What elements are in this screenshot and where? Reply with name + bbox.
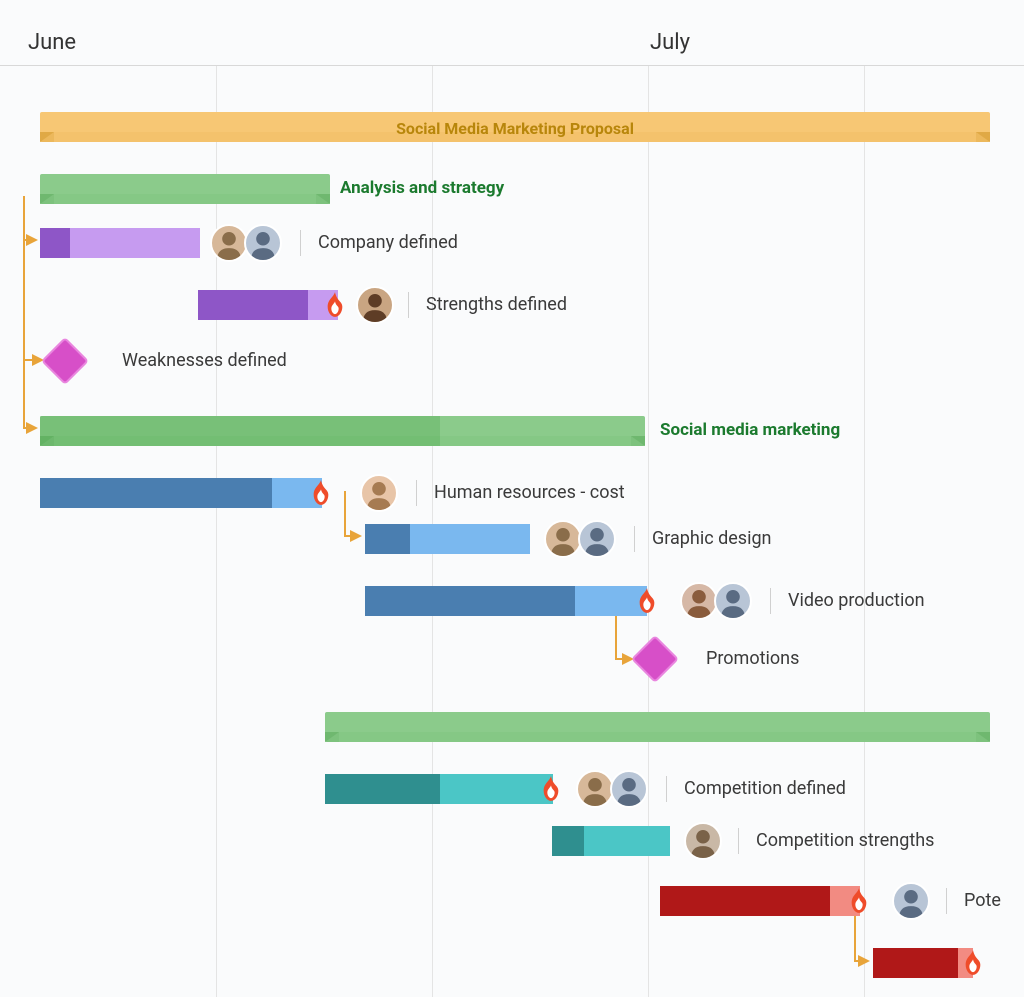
task-bar-compstr[interactable] — [552, 826, 670, 856]
avatar-icon[interactable] — [360, 474, 398, 512]
separator — [416, 480, 417, 506]
task-label-compstr: Competition strengths — [756, 830, 934, 851]
group-label-smm: Social media marketing — [660, 420, 840, 440]
month-label-july: July — [650, 30, 690, 55]
task-bar-strengths[interactable] — [198, 290, 338, 320]
separator — [408, 292, 409, 318]
task-bar-hr[interactable] — [40, 478, 322, 508]
timeline-header: June July — [0, 0, 1024, 66]
task-label-company: Company defined — [318, 232, 458, 253]
avatar-icon[interactable] — [892, 882, 930, 920]
avatar-icon[interactable] — [244, 224, 282, 262]
group-bar-analysis[interactable] — [40, 174, 330, 204]
task-label-weaknesses: Weaknesses defined — [122, 350, 287, 371]
task-label-graphic: Graphic design — [652, 528, 772, 549]
avatar-icon[interactable] — [610, 770, 648, 808]
avatar-icon[interactable] — [684, 822, 722, 860]
fire-icon — [636, 588, 658, 614]
fire-icon — [962, 950, 984, 976]
task-label-pote: Pote — [964, 890, 1001, 911]
separator — [770, 588, 771, 614]
task-bar-video[interactable] — [365, 586, 647, 616]
project-summary-bar[interactable]: Social Media Marketing Proposal — [40, 112, 990, 142]
task-bar-pote[interactable] — [660, 886, 860, 916]
project-title: Social Media Marketing Proposal — [40, 114, 990, 144]
separator — [666, 776, 667, 802]
avatar-icon[interactable] — [576, 770, 614, 808]
separator — [946, 888, 947, 914]
avatar-icon[interactable] — [356, 286, 394, 324]
fire-icon — [848, 888, 870, 914]
separator — [738, 828, 739, 854]
task-label-compdef: Competition defined — [684, 778, 846, 799]
task-label-promotions: Promotions — [706, 648, 799, 669]
avatar-icon[interactable] — [680, 582, 718, 620]
task-label-video: Video production — [788, 590, 925, 611]
task-bar-last[interactable] — [873, 948, 973, 978]
avatar-icon[interactable] — [714, 582, 752, 620]
group-bar-competition[interactable] — [325, 712, 990, 742]
group-bar-smm[interactable] — [40, 416, 645, 446]
milestone-promotions[interactable] — [631, 635, 679, 683]
task-bar-graphic[interactable] — [365, 524, 530, 554]
task-label-hr: Human resources - cost — [434, 482, 625, 503]
separator — [634, 526, 635, 552]
month-label-june: June — [28, 30, 76, 55]
task-bar-company[interactable] — [40, 228, 200, 258]
avatar-icon[interactable] — [210, 224, 248, 262]
fire-icon — [324, 292, 346, 318]
milestone-weaknesses[interactable] — [41, 337, 89, 385]
separator — [300, 230, 301, 256]
task-bar-compdef[interactable] — [325, 774, 553, 804]
fire-icon — [540, 776, 562, 802]
task-label-strengths: Strengths defined — [426, 294, 567, 315]
avatar-icon[interactable] — [578, 520, 616, 558]
group-label-analysis: Analysis and strategy — [340, 178, 504, 198]
fire-icon — [310, 480, 332, 506]
avatar-icon[interactable] — [544, 520, 582, 558]
